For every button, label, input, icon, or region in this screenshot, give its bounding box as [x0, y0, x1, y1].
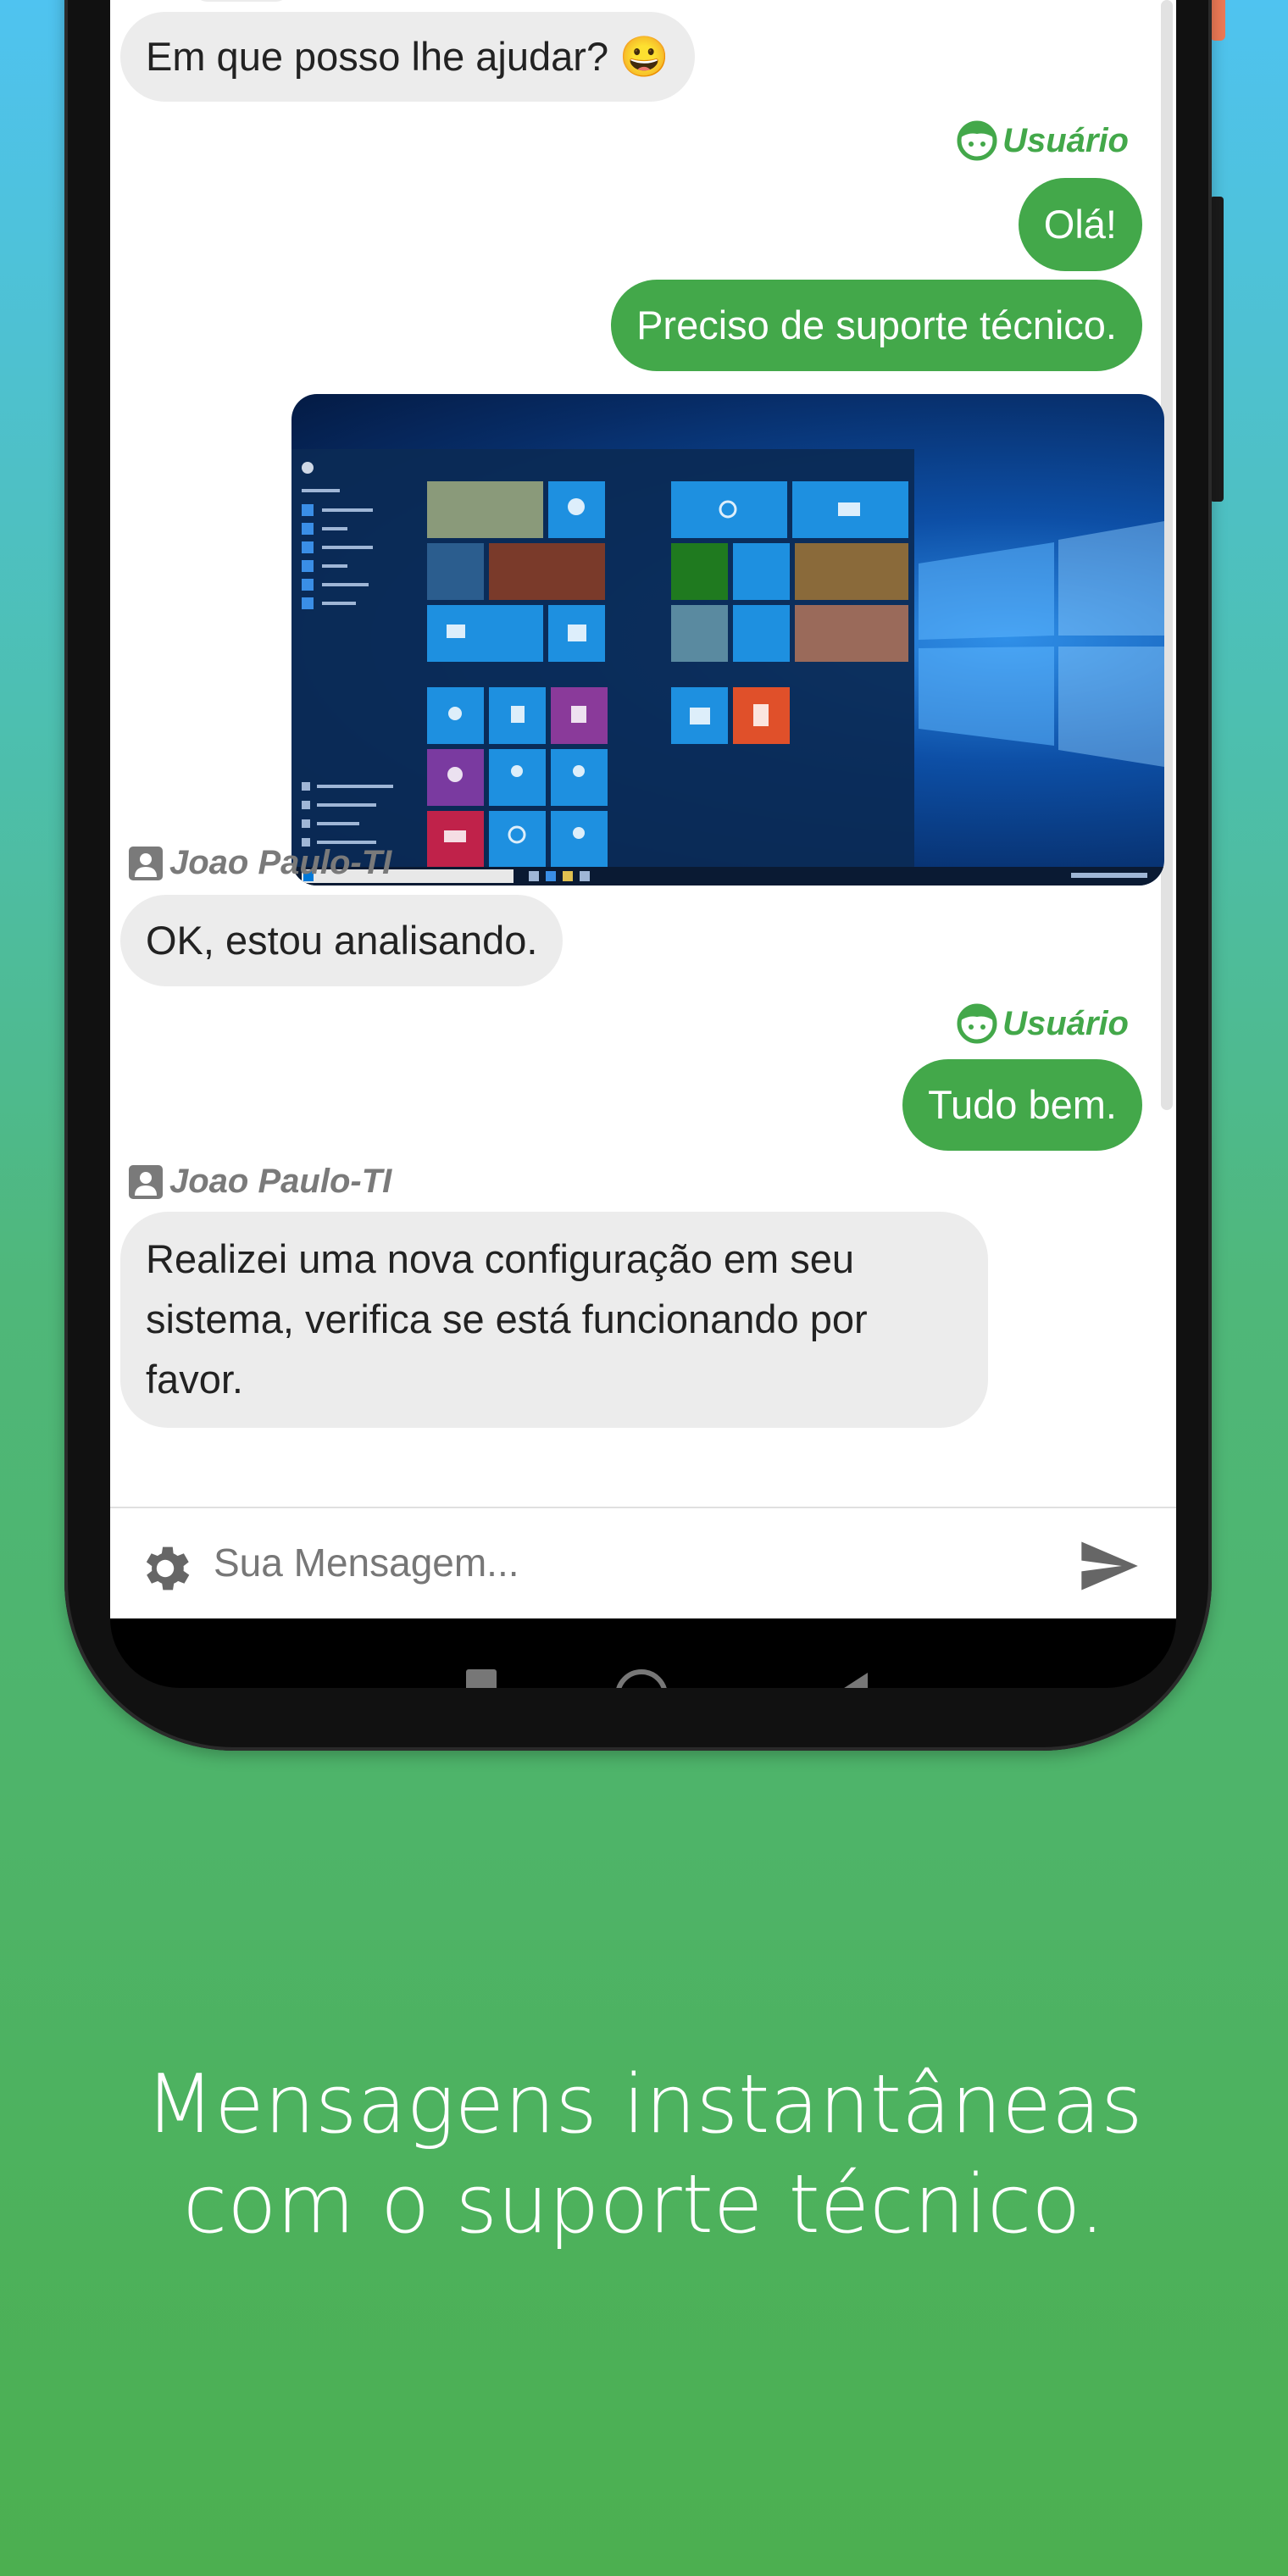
message-bubble-outgoing: Tudo bem.	[902, 1059, 1142, 1151]
sender-name: Joao Paulo-TI	[169, 1163, 392, 1200]
sender-label-user: Usuário	[957, 120, 1129, 161]
phone-frame: Em que posso lhe ajudar? 😀 Usuário Olá! …	[64, 0, 1212, 1751]
message-text: OK, estou analisando.	[146, 918, 538, 963]
phone-side-accent	[1210, 0, 1225, 41]
user-face-icon	[957, 1003, 997, 1044]
chat-screen: Em que posso lhe ajudar? 😀 Usuário Olá! …	[110, 0, 1176, 1618]
message-composer	[110, 1507, 1176, 1618]
sender-label-user: Usuário	[957, 1003, 1129, 1044]
back-icon[interactable]	[839, 1673, 868, 1688]
phone-power-button	[1210, 197, 1224, 502]
home-icon[interactable]	[615, 1669, 668, 1688]
sender-name: Usuário	[1002, 121, 1129, 159]
message-bubble-outgoing: Olá!	[1018, 178, 1142, 271]
contact-card-icon	[129, 1164, 163, 1199]
sender-name: Joao Paulo-TI	[169, 844, 392, 881]
message-text: Realizei uma nova configuração em seu si…	[146, 1236, 868, 1402]
user-face-icon	[957, 120, 997, 161]
previous-bubble-edge	[195, 0, 288, 2]
message-bubble-outgoing: Preciso de suporte técnico.	[611, 280, 1142, 371]
message-bubble-incoming: Em que posso lhe ajudar? 😀	[120, 12, 695, 102]
recents-icon[interactable]	[466, 1669, 497, 1688]
message-input[interactable]	[212, 1532, 1046, 1593]
message-text: Olá!	[1043, 202, 1117, 247]
sender-label-agent: Joao Paulo-TI	[127, 844, 391, 882]
windows-desktop-illustration	[291, 449, 1164, 886]
tagline-line-2: com o suporte técnico.	[183, 2158, 1105, 2251]
sender-label-agent: Joao Paulo-TI	[127, 1163, 391, 1201]
message-text: Preciso de suporte técnico.	[636, 303, 1117, 347]
message-bubble-incoming: Realizei uma nova configuração em seu si…	[120, 1212, 988, 1428]
attached-screenshot-image[interactable]	[291, 394, 1164, 886]
sender-name: Usuário	[1002, 1004, 1129, 1042]
message-bubble-incoming: OK, estou analisando.	[120, 895, 564, 986]
message-text: Em que posso lhe ajudar? 😀	[146, 34, 669, 79]
tagline-line-1: Mensagens instantâneas	[145, 2058, 1143, 2151]
gear-icon[interactable]	[136, 1539, 195, 1598]
android-nav-bar	[110, 1618, 1176, 1688]
send-icon[interactable]	[1076, 1534, 1141, 1598]
contact-card-icon	[129, 846, 163, 880]
message-text: Tudo bem.	[928, 1082, 1117, 1127]
